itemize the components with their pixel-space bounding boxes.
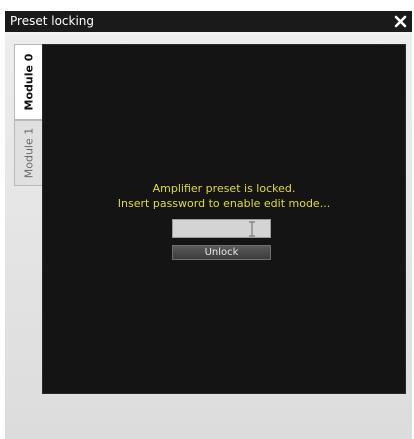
unlock-button[interactable]: Unlock (172, 245, 271, 260)
close-icon (394, 15, 407, 28)
lock-message-line-2: Insert password to enable edit mode... (117, 197, 331, 210)
password-input[interactable] (172, 219, 271, 238)
close-button[interactable] (392, 13, 409, 30)
preset-locking-window: Preset locking Module 0 Module 1 Amplifi… (5, 11, 412, 439)
lock-message-line-1: Amplifier preset is locked. (152, 182, 296, 195)
tab-label: Module 1 (22, 127, 35, 179)
title-bar[interactable]: Preset locking (5, 11, 412, 32)
tab-module-1[interactable]: Module 1 (14, 120, 42, 186)
window-title: Preset locking (10, 14, 95, 28)
tab-module-0[interactable]: Module 0 (14, 44, 42, 120)
tab-label: Module 0 (22, 53, 35, 111)
lock-panel: Amplifier preset is locked. Insert passw… (42, 44, 406, 394)
lock-message: Amplifier preset is locked. Insert passw… (43, 181, 405, 211)
